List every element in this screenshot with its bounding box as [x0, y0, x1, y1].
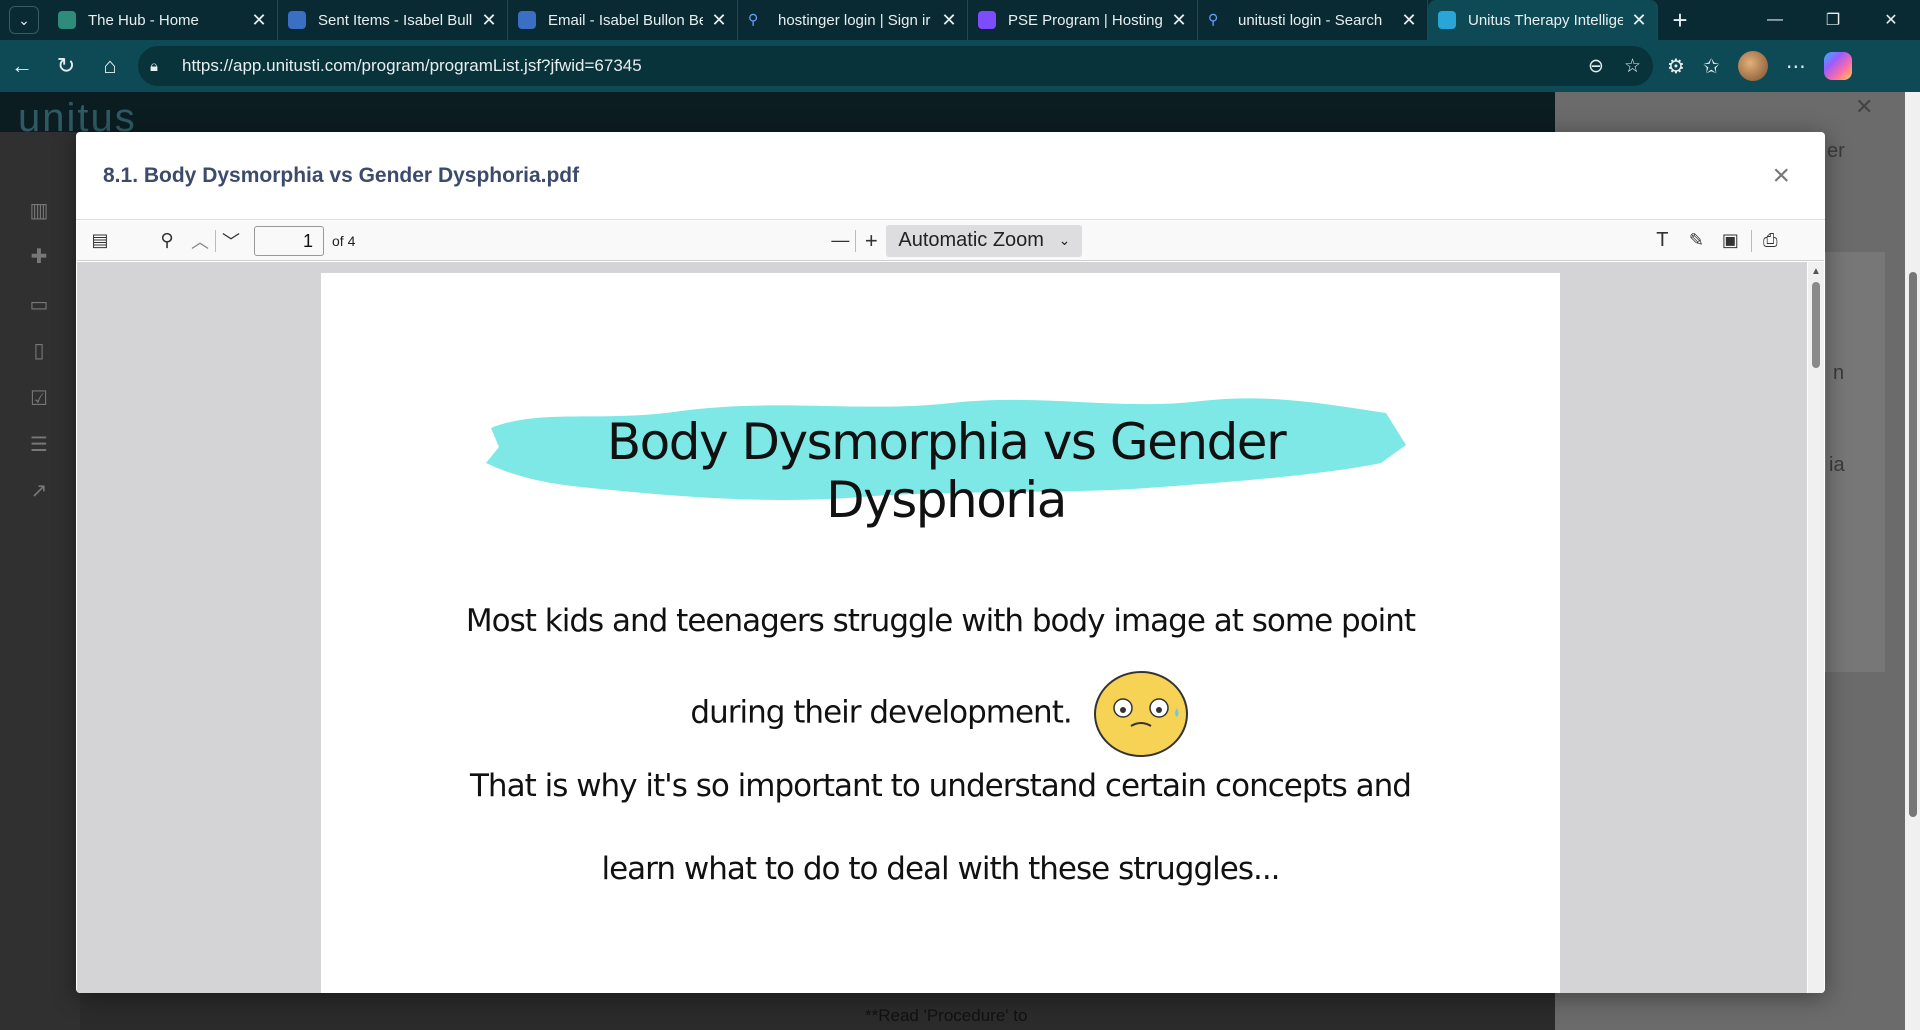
url-text: https://app.unitusti.com/program/program…	[182, 56, 642, 75]
pdf-modal: 8.1. Body Dysmorphia vs Gender Dysphoria…	[76, 132, 1825, 993]
document-line-4: learn what to do to deal with these stru…	[601, 851, 1280, 887]
chart-icon[interactable]: ↗	[26, 478, 52, 502]
pdf-viewport[interactable]: Body Dysmorphia vs Gender Dysphoria Most…	[77, 262, 1807, 993]
panel-text-fragment: ia	[1829, 454, 1845, 476]
tab-title: Sent Items - Isabel Bull	[318, 11, 473, 29]
favorites-icon[interactable]: ✩	[1703, 54, 1720, 79]
modal-header: 8.1. Body Dysmorphia vs Gender Dysphoria…	[76, 132, 1825, 220]
pdf-toolbar: ▤ ⚲ ︿ ﹀ 1 of 4 — + Automatic Zoom ⌄ T ✎ …	[77, 221, 1824, 261]
background-footer-text: **Read 'Procedure' to	[865, 1006, 1028, 1025]
pdf-page-1: Body Dysmorphia vs Gender Dysphoria Most…	[321, 273, 1560, 993]
tab-title: PSE Program | Hosting	[1008, 11, 1163, 29]
zoom-select[interactable]: Automatic Zoom ⌄	[886, 224, 1083, 257]
hostinger-favicon-icon	[978, 11, 996, 29]
building-icon[interactable]: ▯	[26, 338, 52, 362]
reading-mode-icon[interactable]: ⊖	[1588, 55, 1604, 78]
app-side-rail: ▥ ✚ ▭ ▯ ☑ ☰ ↗	[0, 132, 80, 1030]
tab-title: Email - Isabel Bullon Be	[548, 11, 703, 29]
home-icon[interactable]: ⌂	[88, 44, 132, 88]
site-favicon-icon	[58, 11, 76, 29]
address-bar: ← ↻ ⌂ 🔒︎ https://app.unitusti.com/progra…	[0, 40, 1920, 92]
text-annotation-icon[interactable]: T	[1645, 226, 1679, 256]
zoom-in-icon[interactable]: +	[856, 226, 886, 256]
search-icon[interactable]: ⚲	[149, 226, 185, 256]
mail-favicon-icon	[288, 11, 306, 29]
close-tab-icon[interactable]: ✕	[1171, 10, 1187, 31]
checkbox-icon[interactable]: ☑	[26, 386, 52, 410]
close-window-icon[interactable]: ✕	[1862, 0, 1920, 40]
previous-page-icon[interactable]: ︿	[185, 226, 215, 256]
panel-text-fragment: er	[1827, 140, 1845, 162]
close-tab-icon[interactable]: ✕	[711, 10, 727, 31]
favorite-star-icon[interactable]: ☆	[1624, 55, 1641, 78]
tab-title: The Hub - Home	[88, 11, 199, 29]
page-count-label: of 4	[332, 232, 356, 249]
back-arrow-icon[interactable]: ←	[0, 44, 44, 88]
scroll-thumb[interactable]	[1812, 282, 1820, 368]
close-icon[interactable]: ×	[1772, 159, 1790, 193]
document-line-3: That is why it's so important to underst…	[470, 768, 1412, 804]
print-icon[interactable]: ⎙	[1752, 226, 1788, 256]
tab-sent-items[interactable]: Sent Items - Isabel Bull ✕	[278, 0, 508, 40]
app-header: unitus	[0, 92, 1555, 140]
pdf-scrollbar[interactable]: ▲	[1808, 262, 1824, 993]
search-icon: ⚲	[1208, 11, 1219, 27]
close-tab-icon[interactable]: ✕	[1631, 10, 1647, 31]
modal-title: 8.1. Body Dysmorphia vs Gender Dysphoria…	[103, 163, 580, 187]
close-tab-icon[interactable]: ✕	[481, 10, 497, 31]
tab-the-hub[interactable]: The Hub - Home ✕	[48, 0, 278, 40]
close-tab-icon[interactable]: ✕	[941, 10, 957, 31]
window-controls: — ❐ ✕	[1746, 0, 1920, 40]
document-title: Body Dysmorphia vs Gender Dysphoria	[606, 413, 1287, 529]
profile-avatar[interactable]	[1737, 51, 1768, 81]
page-scrollbar[interactable]	[1905, 92, 1920, 1030]
sidebar-toggle-icon[interactable]: ▤	[81, 226, 119, 256]
document-line-2: during their development.	[321, 668, 1560, 760]
mail-favicon-icon	[518, 11, 536, 29]
document-line-1: Most kids and teenagers struggle with bo…	[465, 603, 1416, 639]
tab-unitusti-search[interactable]: ⚲ unitusti login - Search ✕	[1198, 0, 1428, 40]
page-number-input[interactable]: 1	[254, 225, 324, 256]
briefcase-icon[interactable]: ▭	[26, 292, 52, 316]
search-icon: ⚲	[748, 11, 759, 27]
lock-icon: 🔒︎	[150, 57, 158, 75]
more-menu-icon[interactable]: ⋯	[1786, 54, 1806, 79]
tab-title: Unitus Therapy Intellige	[1468, 11, 1623, 29]
close-tab-icon[interactable]: ✕	[251, 10, 267, 31]
zoom-value: Automatic Zoom	[898, 229, 1044, 251]
tab-email[interactable]: Email - Isabel Bullon Be ✕	[508, 0, 738, 40]
tab-hostinger-search[interactable]: ⚲ hostinger login | Sign ir ✕	[738, 0, 968, 40]
minimize-icon[interactable]: —	[1746, 0, 1804, 40]
next-page-icon[interactable]: ﹀	[216, 226, 246, 256]
refresh-icon[interactable]: ↻	[44, 44, 88, 88]
tab-actions-menu[interactable]: ⌄	[0, 0, 48, 40]
new-tab-button[interactable]: +	[1658, 0, 1702, 40]
unitus-favicon-icon	[1438, 11, 1456, 29]
draw-pen-icon[interactable]: ✎	[1679, 226, 1713, 256]
browser-tab-bar: ⌄ The Hub - Home ✕ Sent Items - Isabel B…	[0, 0, 1920, 40]
panel-text-fragment: n	[1833, 362, 1845, 384]
tab-pse-program[interactable]: PSE Program | Hosting ✕	[968, 0, 1198, 40]
puzzle-icon[interactable]: ✚	[26, 244, 52, 268]
copilot-icon[interactable]	[1823, 52, 1852, 80]
scroll-up-icon[interactable]: ▲	[1811, 266, 1821, 277]
tab-title: unitusti login - Search	[1238, 11, 1383, 29]
add-image-icon[interactable]: ▣	[1713, 226, 1747, 256]
close-tab-icon[interactable]: ✕	[1401, 10, 1417, 31]
document-line-2-text: during their development.	[690, 694, 1072, 731]
url-field[interactable]: 🔒︎ https://app.unitusti.com/program/prog…	[138, 46, 1653, 86]
document-icon[interactable]: ☰	[26, 432, 52, 456]
tab-title: hostinger login | Sign ir	[778, 11, 931, 29]
extensions-icon[interactable]: ⚙	[1667, 54, 1685, 79]
tab-unitus-therapy[interactable]: Unitus Therapy Intellige ✕	[1428, 0, 1658, 40]
restore-icon[interactable]: ❐	[1804, 0, 1862, 40]
dashboard-icon[interactable]: ▥	[26, 198, 52, 222]
panel-close-icon[interactable]: ✕	[1855, 94, 1873, 120]
chevron-down-icon: ⌄	[9, 6, 39, 34]
worried-face-emoji-icon	[1093, 671, 1188, 757]
zoom-out-icon[interactable]: —	[825, 226, 855, 256]
chevron-down-icon: ⌄	[1058, 232, 1071, 248]
